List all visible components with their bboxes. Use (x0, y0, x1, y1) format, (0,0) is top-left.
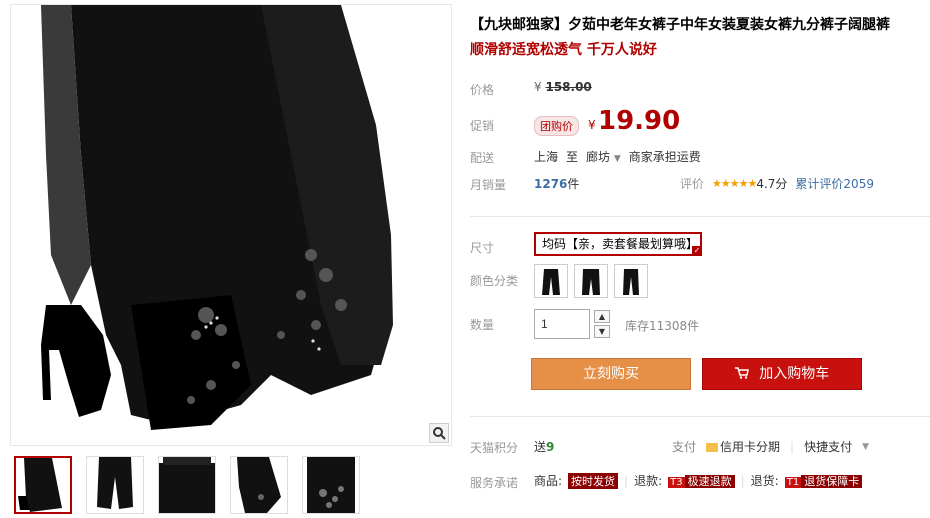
thumbnail-1[interactable] (14, 456, 72, 514)
original-price: ¥ 158.00 (534, 80, 592, 94)
buy-now-button[interactable]: 立刻购买 (531, 358, 691, 390)
stock-count: 库存11308件 (625, 319, 700, 333)
service-label: 服务承诺 (470, 476, 519, 490)
credit-card-icon (706, 443, 719, 452)
points-number: 9 (546, 440, 555, 454)
delivery-destination-select[interactable]: 廊坊 ▼ (586, 148, 621, 165)
cart-icon (734, 366, 753, 382)
add-to-cart-label: 加入购物车 (759, 366, 830, 382)
product-title: 【九块邮独家】夕茹中老年女裤子中年女装夏装女裤九分裤子阔腿裤 (470, 17, 890, 33)
color-options (534, 264, 648, 298)
payment-label: 支付 (672, 440, 697, 454)
review-count-link[interactable]: 累计评价2059 (795, 175, 874, 192)
delivery-to-word: 至 (566, 150, 579, 164)
payment-options: 支付 信用卡分期 | 快捷支付 ▼ (672, 438, 869, 455)
points-label: 天猫积分 (470, 441, 519, 455)
delivery-info: 上海 至 廊坊 ▼ 商家承担运费 (534, 148, 701, 165)
chevron-down-icon[interactable]: ▼ (862, 442, 869, 452)
quantity-down-button[interactable]: ▼ (594, 325, 610, 338)
divider (470, 416, 930, 417)
check-icon: ✓ (692, 246, 702, 256)
fast-refund-badge[interactable]: T3 极速退款 (668, 473, 735, 489)
shipping-note: 商家承担运费 (628, 150, 701, 164)
color-swatch-3[interactable] (614, 264, 648, 298)
service-goods-label: 商品: (534, 474, 563, 488)
size-option-text: 均码【亲，卖套餐最划算哦】 (542, 237, 699, 251)
currency-symbol: ¥ (534, 80, 542, 94)
quantity-up-button[interactable]: ▲ (594, 310, 610, 323)
points-value: 送9 (534, 438, 554, 455)
fast-pay-option[interactable]: 快捷支付 (804, 438, 852, 455)
service-refund-label: 退款: (634, 474, 663, 488)
separator: | (790, 439, 795, 454)
t3-badge: T3 (668, 476, 685, 488)
color-label: 颜色分类 (470, 274, 519, 288)
color-swatch-1[interactable] (534, 264, 568, 298)
color-swatch-2[interactable] (574, 264, 608, 298)
delivery-from: 上海 (534, 150, 559, 164)
delivery-label: 配送 (470, 151, 495, 165)
separator: | (740, 473, 745, 488)
service-promises: 商品: 按时发货 | 退款: T3 极速退款 | 退货: T1 退货保障卡 (534, 472, 863, 489)
quantity-input[interactable] (534, 309, 590, 339)
group-buy-badge: 团购价 (534, 116, 579, 136)
thumbnail-4[interactable] (230, 456, 288, 514)
rating-summary: 评价 ★★★★★ 4.7分 累计评价2059 (680, 175, 874, 192)
promo-label: 促销 (470, 119, 495, 133)
return-guarantee-badge[interactable]: T1 退货保障卡 (784, 473, 863, 489)
size-label: 尺寸 (470, 241, 495, 255)
monthly-sales-unit: 件 (567, 177, 580, 191)
thumbnail-strip (14, 456, 360, 514)
promo-currency: ¥ (588, 118, 596, 132)
price-label: 价格 (470, 83, 495, 97)
divider (470, 216, 930, 217)
monthly-sales: 1276件 (534, 175, 579, 192)
monthly-sales-count: 1276 (534, 177, 568, 191)
service-return-label: 退货: (750, 474, 779, 488)
separator: | (624, 473, 629, 488)
fast-refund-label: 极速退款 (684, 474, 735, 488)
chevron-down-icon: ▼ (613, 154, 621, 164)
product-subtitle: 顺滑舒适宽松透气 千万人说好 (470, 42, 657, 58)
thumbnail-2[interactable] (86, 456, 144, 514)
rating-label: 评价 (680, 177, 705, 191)
star-rating-icon: ★★★★★ (712, 177, 757, 190)
return-guarantee-label: 退货保障卡 (801, 474, 863, 488)
main-product-image[interactable] (10, 4, 452, 446)
product-photo (11, 5, 451, 445)
size-option-selected[interactable]: 均码【亲，卖套餐最划算哦】 ✓ (534, 232, 702, 256)
delivery-destination: 廊坊 (586, 150, 611, 164)
thumbnail-5[interactable] (302, 456, 360, 514)
credit-card-label: 信用卡分期 (720, 440, 781, 454)
original-price-value: 158.00 (545, 80, 592, 94)
monthly-sales-label: 月销量 (470, 178, 507, 192)
magnifier-icon[interactable] (429, 423, 449, 443)
quantity-label: 数量 (470, 318, 495, 332)
points-prefix: 送 (534, 440, 547, 454)
t1-badge: T1 (784, 476, 802, 488)
add-to-cart-button[interactable]: 加入购物车 (702, 358, 862, 390)
thumbnail-3[interactable] (158, 456, 216, 514)
on-time-delivery-badge[interactable]: 按时发货 (568, 472, 619, 489)
rating-score: 4.7分 (756, 177, 788, 191)
promo-price: 19.90 (598, 106, 681, 136)
credit-card-installment[interactable]: 信用卡分期 (706, 438, 780, 455)
